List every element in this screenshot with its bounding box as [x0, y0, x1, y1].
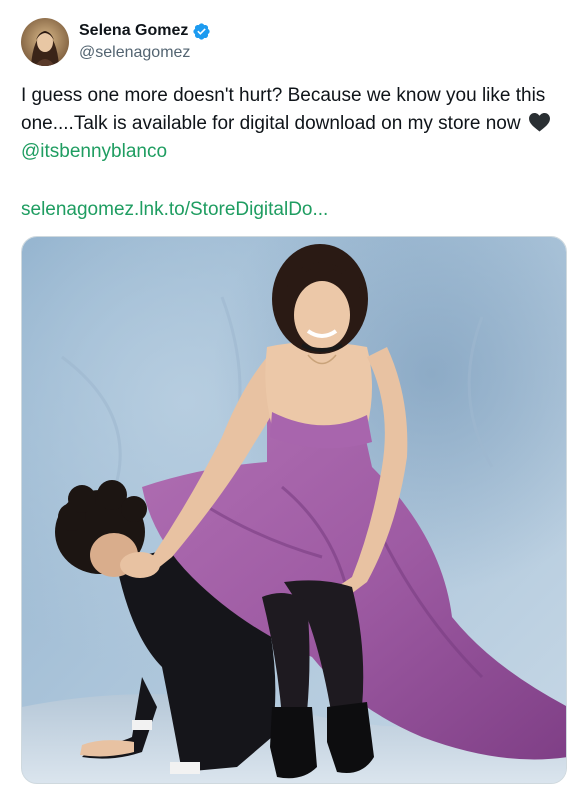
tweet: Selena Gomez @selenagomez I guess one mo… — [0, 0, 579, 800]
mention-link[interactable]: @itsbennyblanco — [21, 141, 167, 162]
tweet-text: I guess one more doesn't hurt? Because w… — [21, 82, 561, 166]
verified-badge-icon[interactable] — [192, 22, 211, 41]
tweet-text-body: I guess one more doesn't hurt? Because w… — [21, 85, 546, 134]
author-handle[interactable]: @selenagomez — [79, 43, 211, 63]
author-name-row[interactable]: Selena Gomez — [79, 21, 211, 41]
avatar[interactable] — [21, 18, 69, 66]
author-name[interactable]: Selena Gomez — [79, 21, 188, 41]
photo-illustration — [22, 237, 566, 783]
author-names: Selena Gomez @selenagomez — [79, 21, 211, 63]
black-heart-icon — [528, 112, 551, 132]
tweet-photo[interactable] — [21, 236, 567, 784]
store-link[interactable]: selenagomez.lnk.to/StoreDigitalDo... — [21, 199, 328, 220]
tweet-header: Selena Gomez @selenagomez — [21, 18, 211, 66]
tweet-link-line: selenagomez.lnk.to/StoreDigitalDo... — [21, 196, 328, 224]
